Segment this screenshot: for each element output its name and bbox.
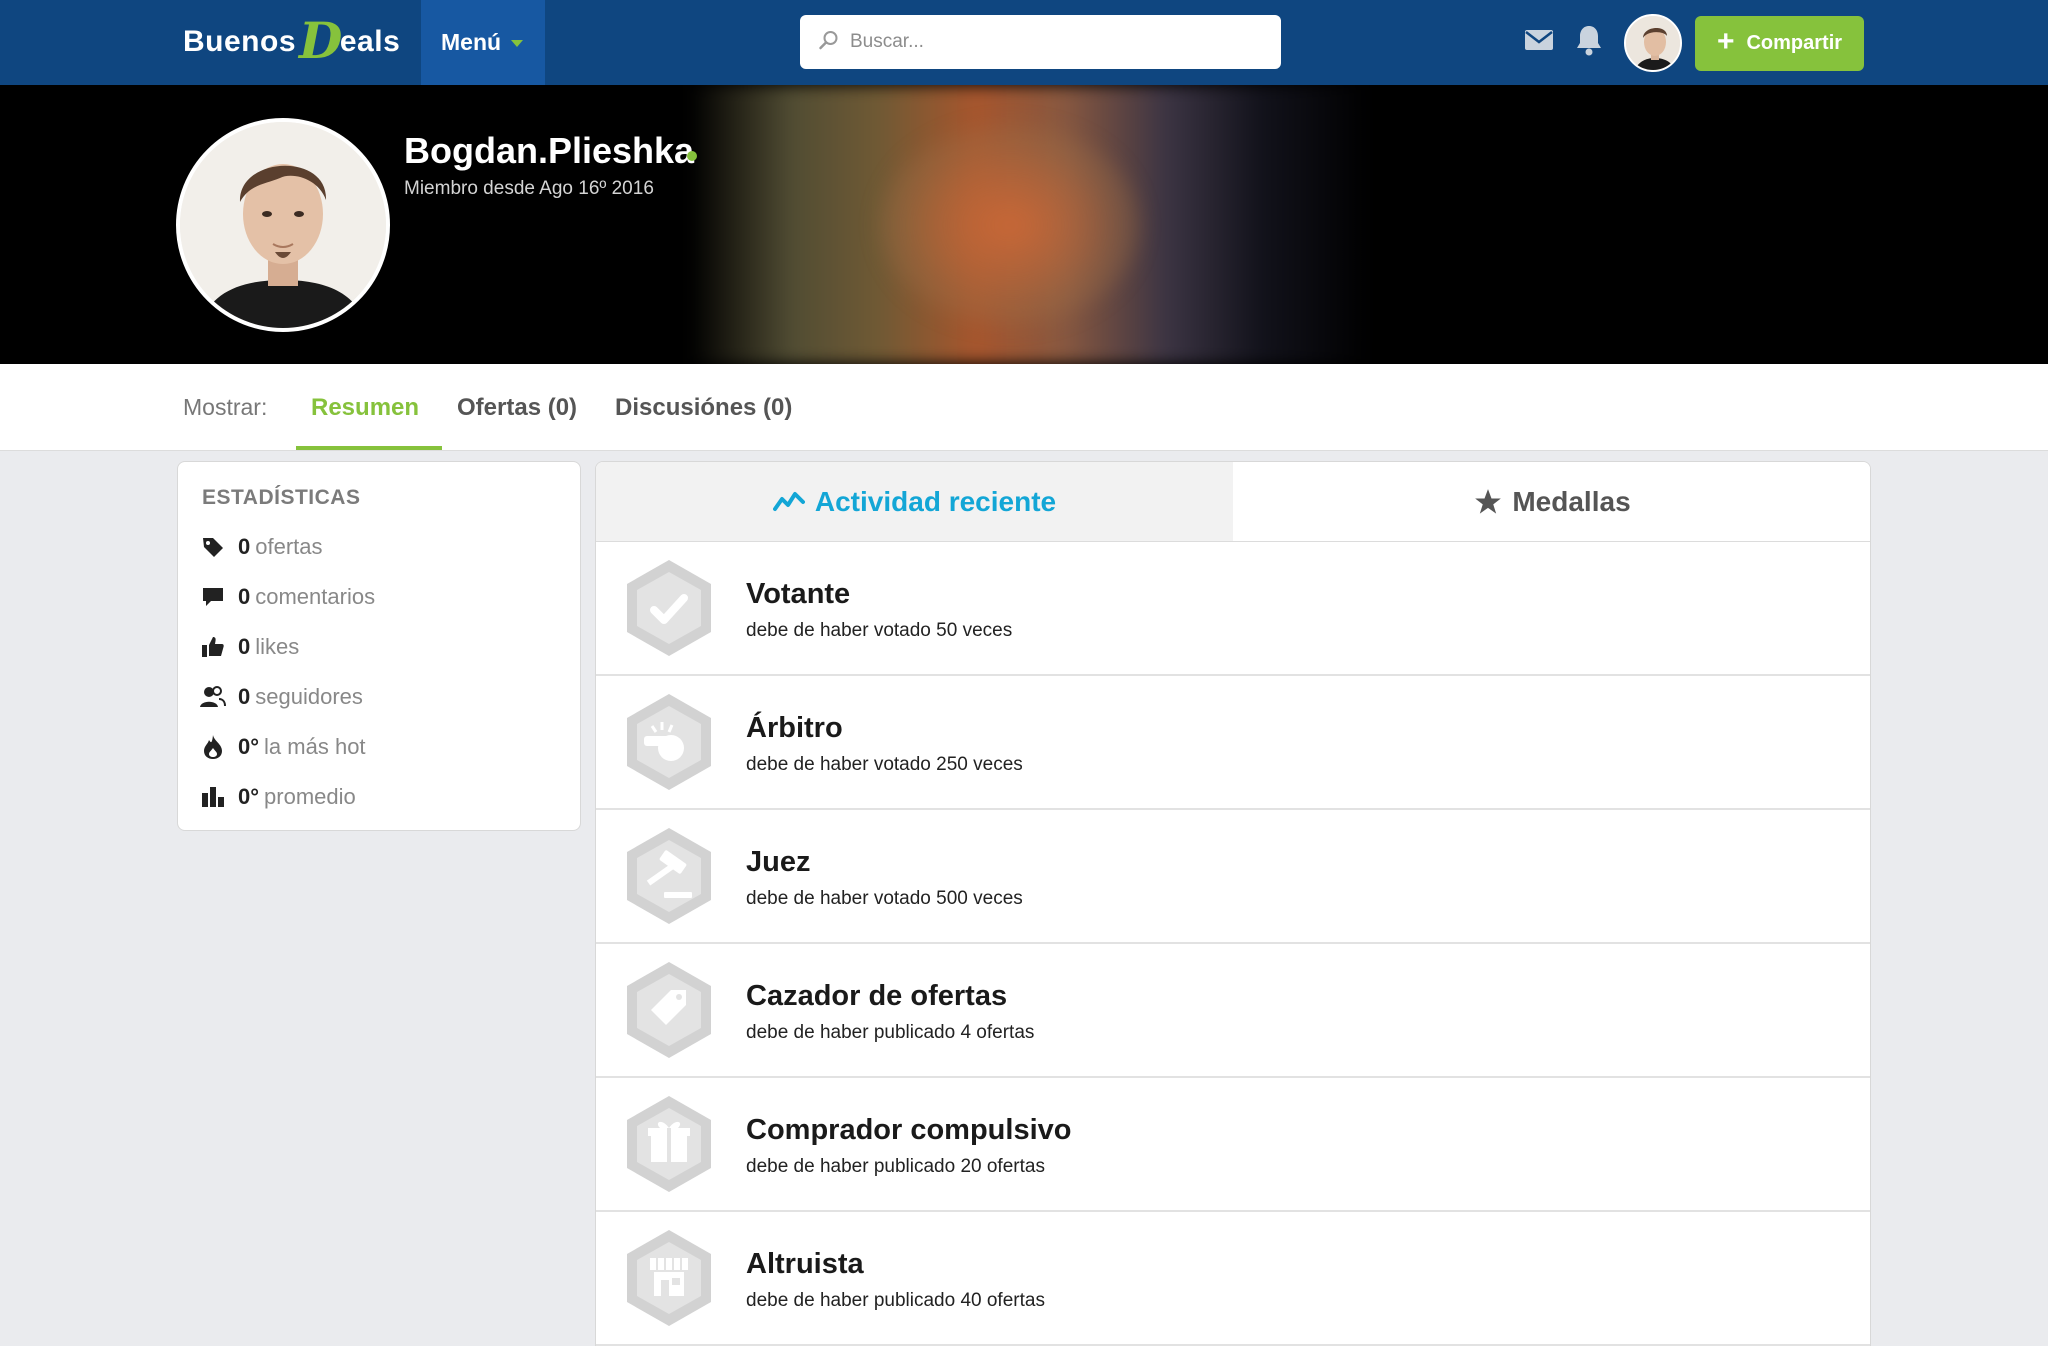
stat-value: 0	[238, 634, 251, 659]
badge-row-arbitro: Árbitro debe de haber votado 250 veces	[596, 676, 1870, 810]
tab-activity-label: Actividad reciente	[814, 485, 1057, 517]
activity-icon	[772, 491, 805, 511]
stat-row-ofertas: 0 ofertas	[200, 532, 323, 562]
badge-title: Árbitro	[746, 712, 843, 744]
badge-row-votante: Votante debe de haber votado 50 veces	[596, 542, 1870, 676]
badge-title: Votante	[746, 578, 851, 610]
stat-label: likes	[255, 634, 300, 659]
stat-value: 0°	[238, 734, 260, 759]
stat-row-likes: 0 likes	[200, 632, 299, 662]
activity-panel: Actividad reciente Medallas Votante debe…	[595, 461, 1871, 1346]
profile-username: Bogdan.Plieshka	[404, 130, 695, 171]
caret-down-icon	[511, 40, 524, 47]
checkmark-badge-icon	[624, 558, 714, 663]
stat-row-seguidores: 0 seguidores	[200, 682, 363, 712]
badge-title: Altruista	[746, 1248, 864, 1280]
stat-row-comentarios: 0 comentarios	[200, 582, 375, 612]
menu-button[interactable]: Menú	[421, 0, 545, 85]
logo-text-buenos: Buenos	[183, 25, 297, 58]
menu-label: Menú	[441, 29, 502, 55]
users-icon	[200, 684, 226, 710]
star-icon	[1475, 488, 1502, 514]
badge-row-cazador: Cazador de ofertas debe de haber publica…	[596, 944, 1870, 1078]
badge-description: debe de haber votado 50 veces	[746, 620, 1013, 641]
comment-icon	[200, 584, 226, 610]
member-since-text: Miembro desde Ago 16º 2016	[404, 178, 654, 199]
profile-avatar	[176, 118, 390, 332]
badge-title: Comprador compulsivo	[746, 1114, 1072, 1146]
stat-label: promedio	[264, 784, 356, 809]
badge-title: Juez	[746, 846, 811, 878]
search-input[interactable]	[850, 31, 1250, 53]
online-status-dot	[687, 151, 697, 161]
badge-description: debe de haber publicado 4 ofertas	[746, 1022, 1035, 1043]
badge-description: debe de haber publicado 40 ofertas	[746, 1290, 1045, 1311]
whistle-badge-icon	[624, 692, 714, 797]
profile-tabs-bar: Mostrar: Resumen Ofertas (0) Discusiónes…	[0, 364, 2048, 451]
store-badge-icon	[624, 1228, 714, 1333]
stat-label: ofertas	[255, 534, 323, 559]
gift-badge-icon	[624, 1094, 714, 1199]
share-button[interactable]: + Compartir	[1695, 16, 1864, 71]
stat-row-promedio: 0° promedio	[200, 782, 356, 812]
stat-value: 0°	[238, 784, 260, 809]
stat-row-hot: 0° la más hot	[200, 732, 366, 762]
badge-row-comprador: Comprador compulsivo debe de haber publi…	[596, 1078, 1870, 1212]
user-avatar-small[interactable]	[1624, 14, 1682, 72]
tag-icon	[200, 534, 226, 560]
badge-description: debe de haber votado 500 veces	[746, 888, 1023, 909]
bell-icon[interactable]	[1575, 24, 1603, 61]
tag-badge-icon	[624, 960, 714, 1065]
tab-medallas[interactable]: Medallas	[1233, 462, 1870, 541]
tab-ofertas[interactable]: Ofertas (0)	[457, 394, 577, 422]
stats-card: ESTADÍSTICAS 0 ofertas 0 comentarios 0 l…	[177, 461, 581, 831]
tab-medals-label: Medallas	[1512, 485, 1631, 517]
stat-value: 0	[238, 534, 251, 559]
tabs-prefix-label: Mostrar:	[183, 394, 268, 420]
tab-discusiones[interactable]: Discusiónes (0)	[615, 394, 792, 422]
stat-value: 0	[238, 684, 251, 709]
buenosdeals-logo[interactable]: Buenos D eals	[183, 11, 401, 70]
stat-label: comentarios	[255, 584, 376, 609]
thumbs-up-icon	[200, 634, 226, 660]
plus-icon: +	[1716, 24, 1735, 58]
share-label: Compartir	[1746, 32, 1843, 54]
stat-label: seguidores	[255, 684, 363, 709]
flame-icon	[200, 734, 226, 760]
tab-resumen[interactable]: Resumen	[311, 394, 419, 422]
tab-actividad-reciente[interactable]: Actividad reciente	[596, 462, 1233, 541]
stats-title: ESTADÍSTICAS	[202, 486, 361, 509]
bar-chart-icon	[200, 784, 226, 810]
active-tab-underline	[296, 446, 442, 450]
badge-title: Cazador de ofertas	[746, 980, 1008, 1012]
search-box[interactable]	[800, 15, 1281, 69]
badge-description: debe de haber publicado 20 ofertas	[746, 1156, 1045, 1177]
stat-label: la más hot	[264, 734, 366, 759]
stat-value: 0	[238, 584, 251, 609]
badge-row-altruista: Altruista debe de haber publicado 40 ofe…	[596, 1212, 1870, 1346]
logo-text-eals: eals	[339, 25, 401, 58]
banner-background-glow	[880, 125, 1140, 325]
badge-row-juez: Juez debe de haber votado 500 veces	[596, 810, 1870, 944]
top-navbar: Buenos D eals Menú Buscar... + Compartir	[0, 0, 2048, 85]
logo-letter-d: D	[299, 10, 343, 70]
search-icon	[818, 29, 840, 56]
mail-icon[interactable]	[1524, 28, 1554, 57]
gavel-badge-icon	[624, 826, 714, 931]
badge-description: debe de haber votado 250 veces	[746, 754, 1023, 775]
